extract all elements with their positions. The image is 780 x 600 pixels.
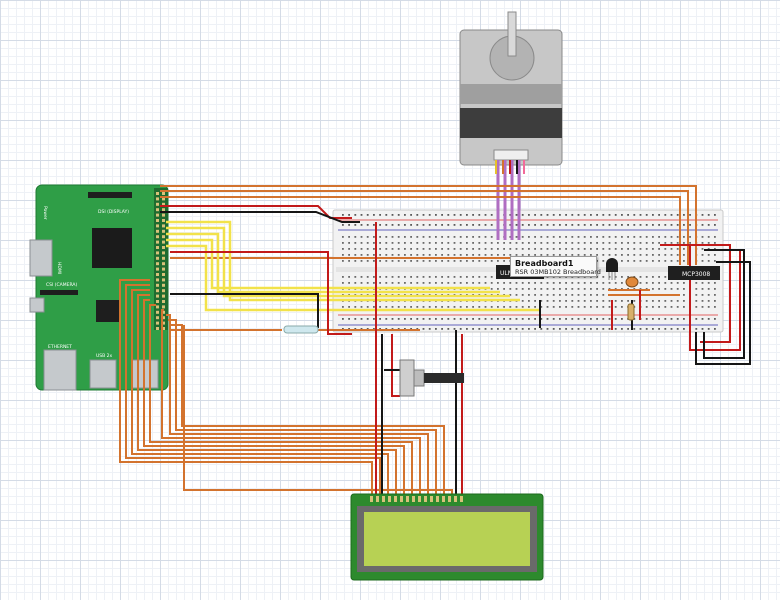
hdmi-port (29, 239, 53, 277)
dsi-connector (88, 192, 132, 198)
audio-jack (29, 297, 45, 313)
photoresistor[interactable] (625, 276, 639, 288)
hdmi-label: HDMI (56, 262, 62, 274)
raspberry-pi-board[interactable]: DSI (DISPLAY) CSI (CAMERA) ETHERNET USB … (29, 184, 169, 391)
lcd-display[interactable] (350, 493, 544, 581)
tooltip-title: Breadboard1 (515, 259, 574, 268)
usb-port-1 (89, 359, 117, 389)
reed-switch[interactable] (283, 325, 319, 334)
tooltip-subtitle: RSR 03MB102 Breadboard (515, 268, 601, 276)
circuit-canvas: DSI (DISPLAY) CSI (CAMERA) ETHERNET USB … (29, 11, 751, 581)
csi-label: CSI (CAMERA) (46, 282, 77, 288)
ethernet-label: ETHERNET (48, 344, 72, 350)
ethernet-port (43, 349, 77, 391)
usb-label: USB 2x (96, 353, 113, 359)
dsi-label: DSI (DISPLAY) (98, 209, 129, 215)
soc-chip (92, 228, 132, 268)
mcp3008-label: MCP3008 (682, 271, 710, 278)
ram-chip (96, 300, 120, 322)
csi-connector (40, 290, 78, 295)
mcp3008-chip[interactable]: MCP3008 (668, 266, 720, 280)
power-label: Power (42, 206, 48, 220)
stepper-motor[interactable] (459, 11, 563, 166)
resistor[interactable] (627, 303, 635, 321)
breadboard-tooltip: Breadboard1 RSR 03MB102 Breadboard (510, 256, 601, 277)
potentiometer[interactable] (399, 359, 464, 397)
